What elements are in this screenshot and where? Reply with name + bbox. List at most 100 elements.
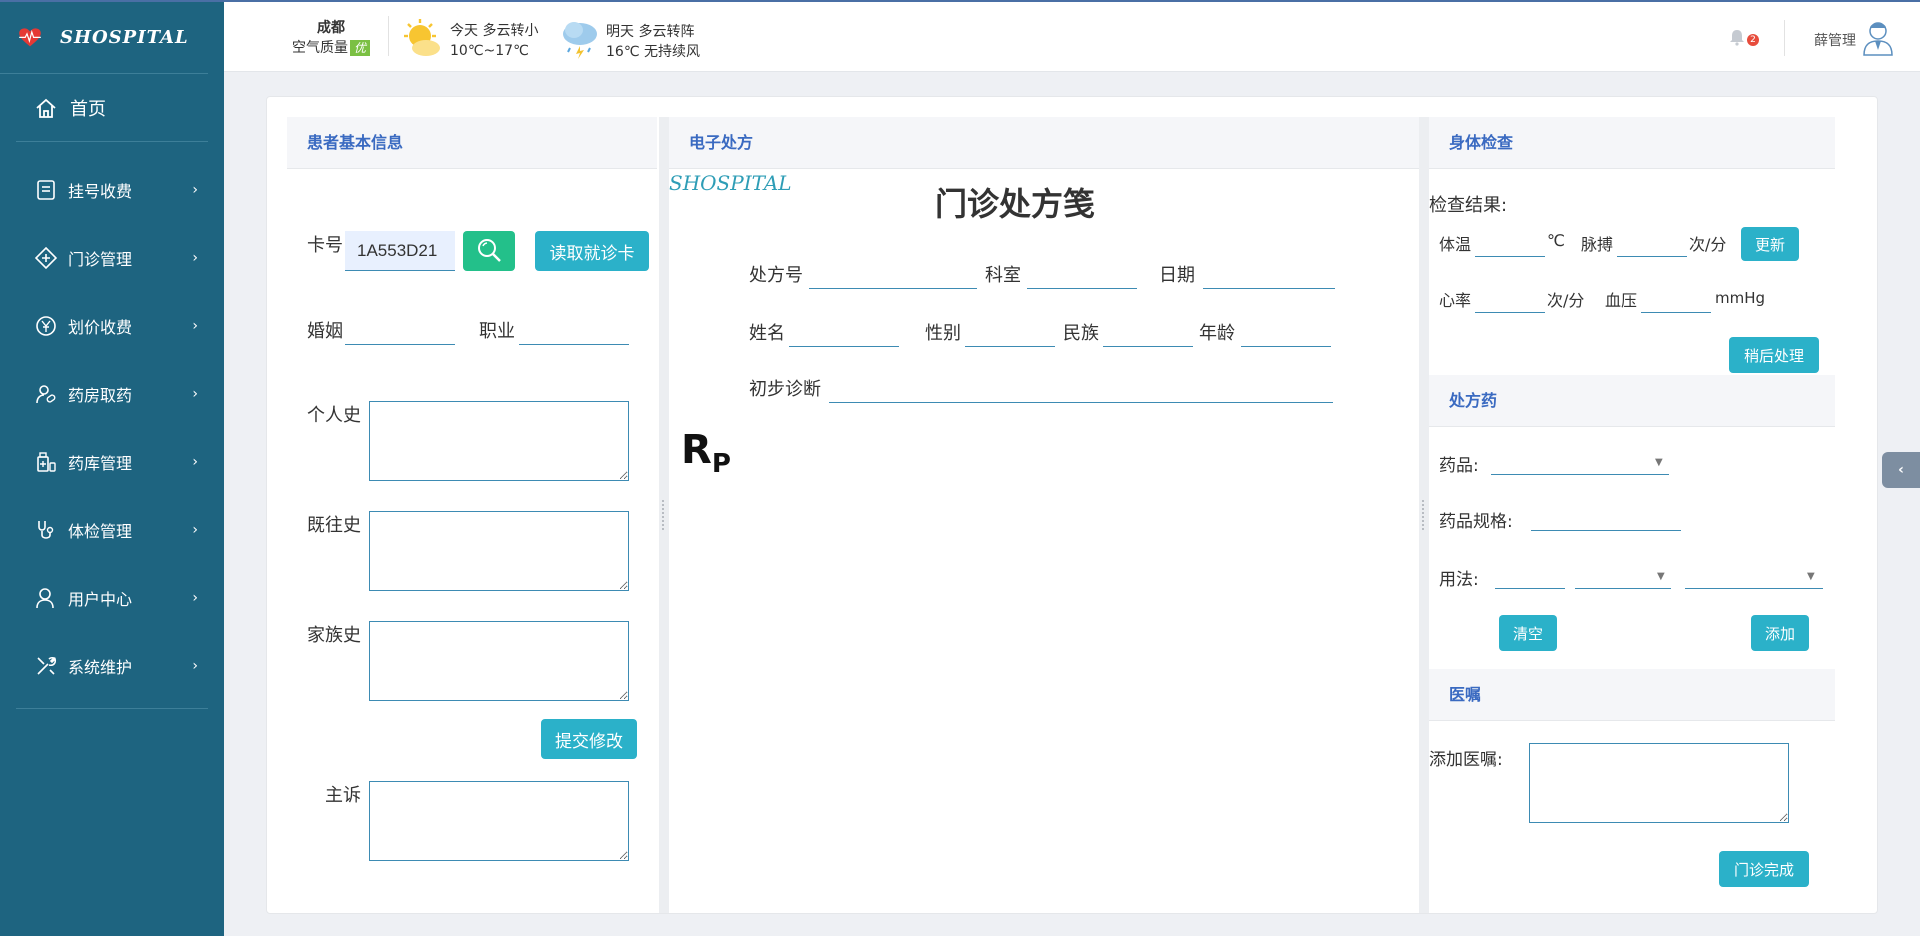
spec-input[interactable] [1531, 503, 1681, 531]
temp-input[interactable] [1475, 229, 1545, 257]
gender-label: 性别 [925, 323, 961, 344]
pulse-input[interactable] [1617, 229, 1687, 257]
panel-splitter[interactable] [659, 117, 669, 913]
drag-handle[interactable] [662, 500, 666, 530]
dept-label: 科室 [985, 265, 1021, 286]
sidebar-home[interactable]: 首页 [16, 74, 208, 142]
notification-badge: 2 [1747, 34, 1759, 46]
user-icon [34, 586, 58, 610]
later-button[interactable]: 稍后处理 [1729, 337, 1819, 373]
bell-icon[interactable] [1728, 28, 1746, 50]
temp-label: 体温 [1439, 235, 1472, 254]
city-name: 成都 [317, 20, 345, 36]
family-history-textarea[interactable] [369, 621, 629, 701]
name-input[interactable] [789, 319, 899, 347]
register-icon [34, 178, 58, 202]
personal-history-textarea[interactable] [369, 401, 629, 481]
marital-input[interactable] [345, 317, 455, 345]
heart-rate-unit: 次/分 [1547, 291, 1585, 310]
age-input[interactable] [1241, 319, 1331, 347]
sidebar-item-user-center[interactable]: 用户中心 › [16, 564, 208, 632]
finish-visit-button[interactable]: 门诊完成 [1719, 851, 1809, 887]
sidebar-item-pharmacy[interactable]: 药房取药 › [16, 360, 208, 428]
temp-unit: ℃ [1547, 231, 1565, 250]
prescription-brand: SHOSPITAL [669, 171, 792, 195]
clear-button[interactable]: 清空 [1499, 615, 1557, 651]
complaint-textarea[interactable] [369, 781, 629, 861]
patient-info-panel: 患者基本信息 卡号 读取就诊卡 婚姻 职业 个人史 既往史 家族史 提交修改 主… [287, 117, 657, 913]
chevron-right-icon: › [192, 250, 198, 266]
caret-down-icon: ▼ [1655, 457, 1663, 468]
user-name[interactable]: 薛管理 [1814, 30, 1856, 50]
divider [388, 16, 389, 56]
sidebar-item-label: 药库管理 [68, 454, 133, 473]
sidebar-item-physical-exam[interactable]: 体检管理 › [16, 496, 208, 564]
bp-input[interactable] [1641, 285, 1711, 313]
tools-icon [34, 654, 58, 678]
sidebar-item-label: 门诊管理 [68, 250, 133, 269]
drug-select[interactable] [1491, 447, 1669, 475]
brand[interactable]: SHOSPITAL [0, 2, 208, 74]
sidebar-item-register[interactable]: 挂号收费 › [16, 156, 208, 224]
rx-no-input[interactable] [809, 261, 977, 289]
search-button[interactable] [463, 231, 515, 271]
tomorrow-temp: 16℃ 无持续风 [606, 44, 700, 60]
drag-handle[interactable] [1422, 500, 1426, 530]
caret-down-icon: ▼ [1807, 571, 1815, 582]
today-forecast: 今天 多云转小 [450, 23, 539, 39]
family-history-label: 家族史 [307, 625, 361, 646]
sidebar-menu: 挂号收费 › 门诊管理 › 划价收费 › 药房取药 › 药库管理 › 体检管理 … [16, 156, 208, 709]
stethoscope-icon [34, 518, 58, 542]
sidebar-item-pricing[interactable]: 划价收费 › [16, 292, 208, 360]
heart-rate-input[interactable] [1475, 285, 1545, 313]
bp-unit: mmHg [1715, 289, 1766, 307]
sidebar: SHOSPITAL 首页 挂号收费 › 门诊管理 › 划价收费 › 药房取药 › [0, 2, 224, 936]
divider [1784, 20, 1785, 56]
right-panel: 身体检查 检查结果: 体温 ℃ 脉搏 次/分 更新 心率 次/分 血压 mmHg… [1429, 117, 1835, 913]
gender-input[interactable] [965, 319, 1055, 347]
weather-today: 今天 多云转小 10℃~17℃ [400, 18, 538, 64]
usage-input[interactable] [1495, 561, 1565, 589]
dept-input[interactable] [1027, 261, 1137, 289]
card-number-input[interactable] [345, 231, 455, 271]
add-drug-button[interactable]: 添加 [1751, 615, 1809, 651]
date-input[interactable] [1203, 261, 1335, 289]
sidebar-item-label: 药房取药 [68, 386, 133, 405]
age-label: 年龄 [1199, 323, 1235, 344]
job-input[interactable] [519, 317, 629, 345]
bp-label: 血压 [1605, 291, 1638, 310]
ethnic-input[interactable] [1103, 319, 1193, 347]
read-card-button[interactable]: 读取就诊卡 [535, 231, 649, 271]
route-select[interactable] [1685, 561, 1823, 589]
prescription-heading: 门诊处方笺 [935, 185, 1096, 223]
add-advice-label: 添加医嘱: [1429, 750, 1503, 770]
sidebar-item-label: 系统维护 [68, 658, 133, 677]
prescription-title: 电子处方 [669, 117, 1419, 169]
past-history-textarea[interactable] [369, 511, 629, 591]
pricing-icon [34, 314, 58, 338]
diagnosis-input[interactable] [829, 375, 1333, 403]
chevron-right-icon: › [192, 590, 198, 606]
sidebar-item-label: 划价收费 [68, 318, 133, 337]
panel-splitter[interactable] [1419, 117, 1429, 913]
collapse-panel-button[interactable]: ‹ [1882, 452, 1920, 488]
avatar[interactable] [1862, 20, 1894, 60]
complaint-label: 主诉 [325, 785, 361, 806]
main-card: 患者基本信息 卡号 读取就诊卡 婚姻 职业 个人史 既往史 家族史 提交修改 主… [266, 96, 1878, 914]
advice-textarea[interactable] [1529, 743, 1789, 823]
sidebar-item-drug-store[interactable]: 药库管理 › [16, 428, 208, 496]
sidebar-item-clinic[interactable]: 门诊管理 › [16, 224, 208, 292]
marital-label: 婚姻 [307, 321, 343, 342]
sidebar-item-system[interactable]: 系统维护 › [16, 632, 208, 700]
pulse-unit: 次/分 [1689, 235, 1727, 254]
caret-down-icon: ▼ [1657, 571, 1665, 582]
brand-name: SHOSPITAL [60, 27, 189, 48]
weather-tomorrow: 明天 多云转阵 16℃ 无持续风 [560, 18, 700, 66]
sun-cloud-icon [400, 18, 444, 64]
tomorrow-forecast: 明天 多云转阵 [606, 24, 695, 40]
chevron-right-icon: › [192, 182, 198, 198]
update-button[interactable]: 更新 [1741, 227, 1799, 261]
pulse-label: 脉搏 [1581, 235, 1614, 254]
drug-store-icon [34, 450, 58, 474]
submit-changes-button[interactable]: 提交修改 [541, 719, 637, 759]
